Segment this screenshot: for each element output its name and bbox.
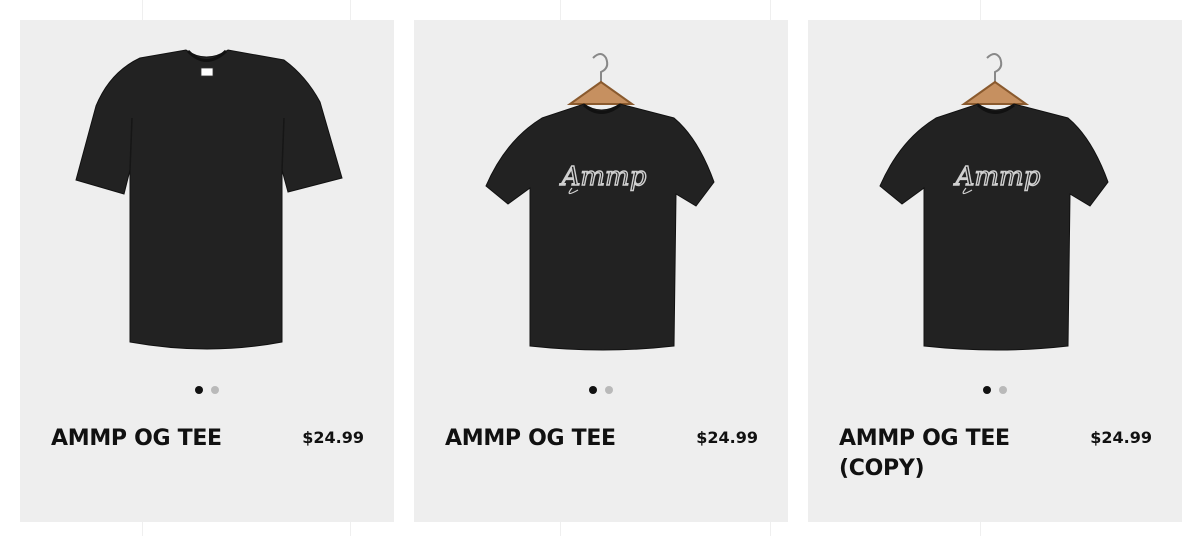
product-price: $24.99 <box>696 428 758 447</box>
carousel-dots <box>20 386 394 396</box>
tshirt-icon <box>75 49 343 350</box>
logo-text: Ammp <box>954 162 1041 192</box>
tshirt-on-hanger-icon: Ammp <box>879 53 1109 351</box>
carousel-dot-2[interactable] <box>605 386 613 394</box>
carousel-dots <box>808 386 1182 396</box>
product-image-plain-tee[interactable] <box>20 20 394 380</box>
carousel-dot-1[interactable] <box>195 386 203 394</box>
product-image-hanger-tee[interactable]: Ammp <box>808 20 1182 380</box>
carousel-dot-1[interactable] <box>589 386 597 394</box>
carousel-dots <box>414 386 788 396</box>
carousel-dot-2[interactable] <box>999 386 1007 394</box>
product-title[interactable]: AMMP OG TEE (COPY) <box>839 424 1069 484</box>
tshirt-on-hanger-icon: Ammp <box>485 53 715 351</box>
product-price: $24.99 <box>302 428 364 447</box>
product-image-hanger-tee[interactable]: Ammp <box>414 20 788 380</box>
product-price: $24.99 <box>1090 428 1152 447</box>
product-title[interactable]: AMMP OG TEE <box>445 424 675 454</box>
product-card[interactable]: AMMP OG TEE $24.99 <box>20 20 394 522</box>
logo-text: Ammp <box>560 162 647 192</box>
product-card[interactable]: Ammp AMMP OG TEE (COPY) $24.99 <box>808 20 1182 522</box>
product-card[interactable]: Ammp AMMP OG TEE $24.99 <box>414 20 788 522</box>
product-title[interactable]: AMMP OG TEE <box>51 424 281 454</box>
carousel-dot-2[interactable] <box>211 386 219 394</box>
carousel-dot-1[interactable] <box>983 386 991 394</box>
